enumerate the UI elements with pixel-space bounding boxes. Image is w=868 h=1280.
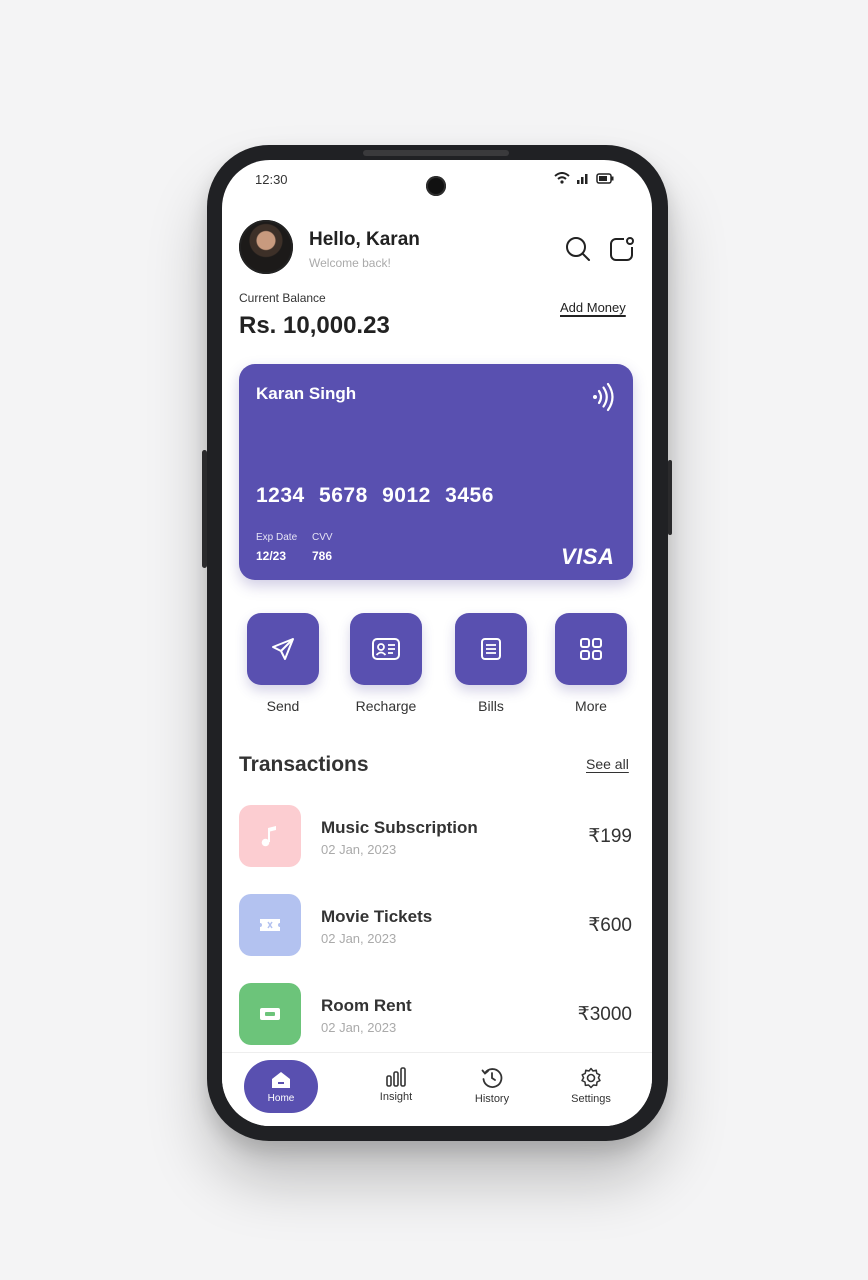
transaction-row[interactable]: Room Rent 02 Jan, 2023 ₹3000 xyxy=(222,983,652,1047)
transaction-title: Movie Tickets xyxy=(321,907,433,926)
nav-settings-label: Settings xyxy=(571,1093,611,1105)
send-button[interactable] xyxy=(247,613,319,685)
exp-date-label: Exp Date xyxy=(256,532,298,543)
visa-logo: VISA xyxy=(561,544,615,569)
welcome-subtitle: Welcome back! xyxy=(309,256,391,270)
transaction-amount: ₹600 xyxy=(588,915,632,936)
add-money-link[interactable]: Add Money xyxy=(560,300,626,315)
nav-history[interactable]: History xyxy=(457,1067,527,1105)
notification-icon xyxy=(610,237,634,261)
send-icon xyxy=(272,638,294,660)
status-icons xyxy=(554,172,614,184)
nav-home[interactable]: Home xyxy=(244,1060,318,1113)
transaction-row[interactable]: Music Subscription 02 Jan, 2023 ₹199 xyxy=(222,805,652,869)
cash-icon xyxy=(260,1008,280,1020)
history-icon xyxy=(481,1068,503,1088)
grid-icon xyxy=(580,638,602,660)
bills-button[interactable] xyxy=(455,613,527,685)
send-label: Send xyxy=(266,698,300,714)
cash-tile xyxy=(239,983,301,1045)
signal-icon xyxy=(577,174,588,184)
music-tile xyxy=(239,805,301,867)
recharge-label: Recharge xyxy=(355,698,417,714)
notification-button[interactable] xyxy=(608,235,636,263)
app-screen: 12:30 Hello, Karan Welcome back! Current… xyxy=(222,160,652,1126)
more-label: More xyxy=(575,698,607,714)
transactions-title: Transactions xyxy=(239,753,369,776)
gear-icon xyxy=(581,1067,601,1089)
home-icon xyxy=(272,1071,290,1088)
nav-insight[interactable]: Insight xyxy=(361,1067,431,1103)
wifi-icon xyxy=(554,172,570,184)
front-camera xyxy=(426,176,446,196)
transaction-row[interactable]: Movie Tickets 02 Jan, 2023 ₹600 xyxy=(222,894,652,958)
card-number: 1234 5678 9012 3456 xyxy=(256,484,494,507)
more-button[interactable] xyxy=(555,613,627,685)
ticket-tile xyxy=(239,894,301,956)
card-holder: Karan Singh xyxy=(256,384,357,403)
bar-chart-icon xyxy=(386,1067,406,1087)
transaction-date: 02 Jan, 2023 xyxy=(321,1020,397,1035)
bill-icon xyxy=(481,638,501,660)
balance-value: Rs. 10,000.23 xyxy=(239,312,390,339)
avatar[interactable] xyxy=(239,220,293,274)
phone-left-button xyxy=(202,450,207,568)
transaction-title: Room Rent xyxy=(321,996,412,1015)
status-time: 12:30 xyxy=(255,172,288,187)
exp-date-value: 12/23 xyxy=(256,549,287,563)
nav-home-label: Home xyxy=(267,1092,295,1104)
bank-card[interactable]: Karan Singh 1234 5678 9012 3456 Exp Date… xyxy=(239,364,633,580)
cvv-label: CVV xyxy=(312,532,333,543)
phone-speaker xyxy=(363,150,509,156)
transaction-date: 02 Jan, 2023 xyxy=(321,842,397,857)
see-all-link[interactable]: See all xyxy=(586,756,629,772)
battery-icon xyxy=(596,172,614,184)
transaction-date: 02 Jan, 2023 xyxy=(321,931,397,946)
nav-settings[interactable]: Settings xyxy=(556,1067,626,1105)
music-note-icon xyxy=(261,826,276,847)
transaction-amount: ₹199 xyxy=(588,826,632,847)
phone-right-button xyxy=(668,460,672,535)
transaction-title: Music Subscription xyxy=(321,818,478,837)
nav-insight-label: Insight xyxy=(379,1091,413,1103)
nav-history-label: History xyxy=(474,1093,510,1105)
search-icon xyxy=(566,237,590,261)
cvv-value: 786 xyxy=(312,549,333,563)
contactless-icon xyxy=(593,382,614,412)
id-card-icon xyxy=(372,638,400,660)
balance-label: Current Balance xyxy=(239,291,326,305)
ticket-icon xyxy=(260,919,280,931)
search-button[interactable] xyxy=(564,235,592,263)
transaction-amount: ₹3000 xyxy=(577,1004,632,1025)
bills-label: Bills xyxy=(478,698,504,714)
greeting: Hello, Karan xyxy=(309,229,420,250)
recharge-button[interactable] xyxy=(350,613,422,685)
